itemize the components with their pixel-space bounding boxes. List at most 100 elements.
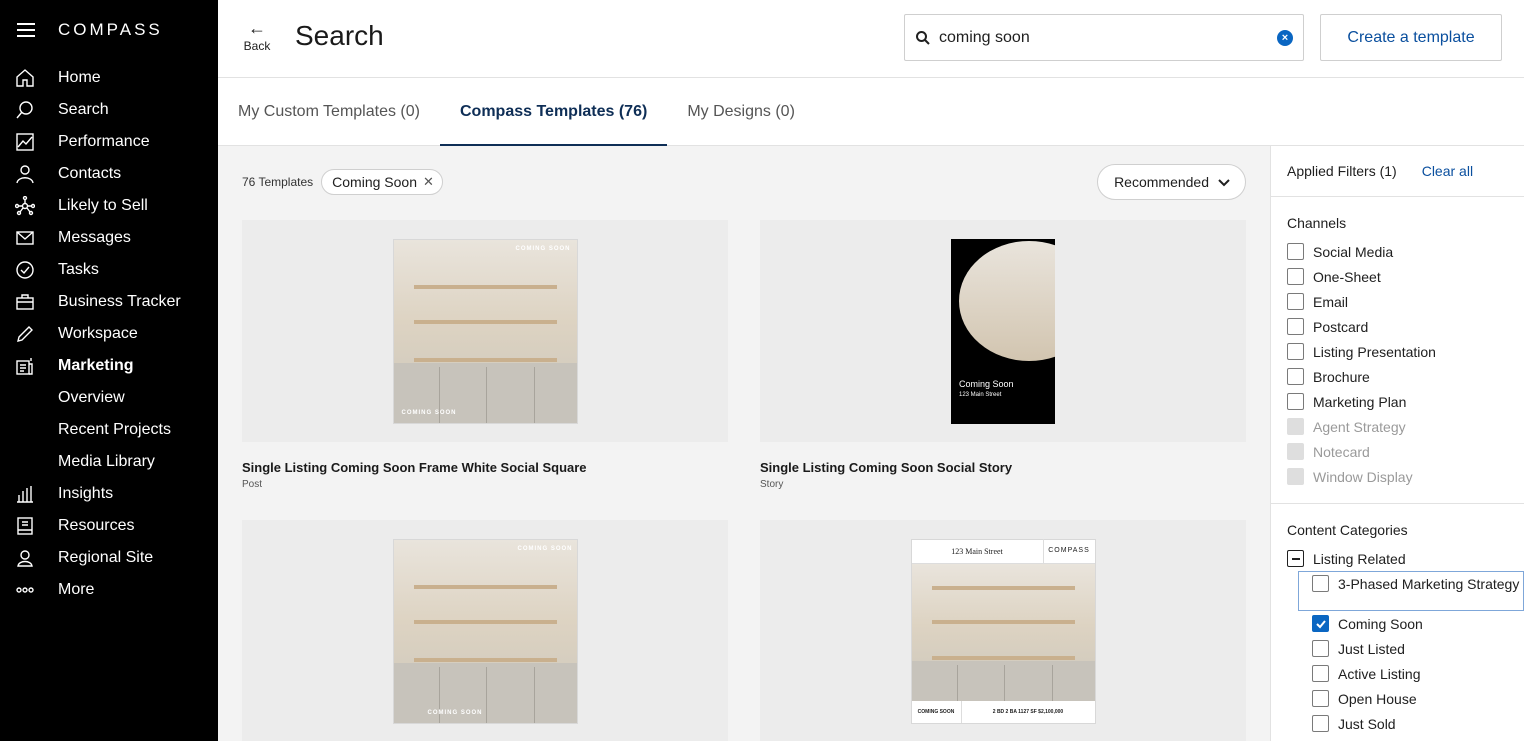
template-thumbnail: Coming Soon 123 Main Street <box>760 220 1246 442</box>
thumb-text: COMING SOON <box>515 245 571 252</box>
template-type: Story <box>760 479 784 490</box>
clear-all-link[interactable]: Clear all <box>1422 163 1473 179</box>
category-option[interactable]: 3-Phased Marketing Strategy <box>1298 571 1524 611</box>
channel-option[interactable]: Postcard <box>1287 314 1524 339</box>
sidebar-item-label: Home <box>58 69 101 86</box>
compass-logo[interactable]: COMPASS <box>58 20 163 40</box>
checkbox-disabled <box>1287 443 1304 460</box>
option-label: Listing Related <box>1313 550 1406 567</box>
template-grid: COMING SOON COMING SOON Single Listing C… <box>242 220 1246 741</box>
checkbox[interactable] <box>1287 243 1304 260</box>
sidebar-item-insights[interactable]: Insights <box>0 478 218 510</box>
hamburger-menu-icon[interactable] <box>17 23 35 37</box>
sidebar-item-label: Contacts <box>58 165 122 182</box>
thumb-logo-text: COMPASS <box>1042 539 1095 563</box>
sidebar-subitem-recent-projects[interactable]: Recent Projects <box>0 414 218 446</box>
sidebar-item-resources[interactable]: Resources <box>0 510 218 542</box>
sidebar-item-business-tracker[interactable]: Business Tracker <box>0 286 218 318</box>
category-option[interactable]: Coming Soon <box>1287 611 1524 636</box>
channel-option[interactable]: Listing Presentation <box>1287 339 1524 364</box>
channel-option[interactable]: Marketing Plan <box>1287 389 1524 414</box>
checkbox-disabled <box>1287 468 1304 485</box>
channel-option[interactable]: Brochure <box>1287 364 1524 389</box>
thumb-text: COMING SOON <box>427 709 483 716</box>
checkbox[interactable] <box>1287 393 1304 410</box>
collapse-minus-icon[interactable] <box>1287 550 1304 567</box>
page-title: Search <box>295 20 384 51</box>
user-pin-icon <box>0 548 58 568</box>
person-icon <box>0 164 58 184</box>
pencil-icon <box>0 324 58 344</box>
checkbox[interactable] <box>1287 343 1304 360</box>
category-option[interactable]: Active Listing <box>1287 661 1524 686</box>
channel-option[interactable]: Email <box>1287 289 1524 314</box>
category-option[interactable]: Just Sold <box>1287 711 1524 736</box>
checkbox[interactable] <box>1312 690 1329 707</box>
thumb-text: COMING SOON <box>401 409 457 416</box>
template-tabs: My Custom Templates (0) Compass Template… <box>218 78 1524 147</box>
option-label: Window Display <box>1313 468 1413 485</box>
template-card[interactable]: COMING SOON COMING SOON Single Listing C… <box>242 220 728 490</box>
checkbox[interactable] <box>1287 318 1304 335</box>
content-categories-filter-group: Content Categories Listing Related 3-Pha… <box>1271 504 1524 741</box>
sidebar-item-home[interactable]: Home <box>0 62 218 94</box>
category-parent-option[interactable]: Listing Related <box>1287 546 1524 571</box>
sidebar-item-marketing[interactable]: Marketing <box>0 350 218 382</box>
checkbox[interactable] <box>1312 665 1329 682</box>
marketing-icon <box>0 356 58 376</box>
checkbox[interactable] <box>1312 575 1329 592</box>
sidebar-item-regional-site[interactable]: Regional Site <box>0 542 218 574</box>
checkbox[interactable] <box>1287 293 1304 310</box>
checkbox-disabled <box>1287 418 1304 435</box>
checkbox-checked[interactable] <box>1312 615 1329 632</box>
search-icon <box>916 30 930 45</box>
sidebar-header: COMPASS <box>0 0 218 60</box>
template-preview-image: COMING SOON COMING SOON <box>392 238 578 424</box>
sidebar-subitem-overview[interactable]: Overview <box>0 382 218 414</box>
checkbox[interactable] <box>1312 715 1329 732</box>
tab-my-custom-templates[interactable]: My Custom Templates (0) <box>238 78 440 146</box>
tab-compass-templates[interactable]: Compass Templates (76) <box>439 78 668 147</box>
template-card[interactable]: 123 Main Street COMPASS COMING SOON 2 BD… <box>760 520 1246 741</box>
category-option[interactable]: Just Listed <box>1287 636 1524 661</box>
sidebar-item-contacts[interactable]: Contacts <box>0 158 218 190</box>
sidebar-item-likely-to-sell[interactable]: Likely to Sell <box>0 190 218 222</box>
chevron-down-icon <box>1218 179 1230 187</box>
channel-option-disabled: Window Display <box>1287 464 1524 489</box>
sidebar-item-tasks[interactable]: Tasks <box>0 254 218 286</box>
results-area: 76 Templates Coming Soon ✕ Recommended C… <box>218 146 1270 741</box>
tab-my-designs[interactable]: My Designs (0) <box>667 78 815 146</box>
checkbox[interactable] <box>1312 640 1329 657</box>
template-type: Post <box>242 479 263 490</box>
remove-chip-icon[interactable]: ✕ <box>423 174 434 190</box>
filter-chip-label: Coming Soon <box>332 174 417 190</box>
sort-dropdown[interactable]: Recommended <box>1097 164 1246 200</box>
checkbox[interactable] <box>1287 268 1304 285</box>
home-icon <box>0 68 58 88</box>
option-label: Just Sold <box>1338 715 1396 732</box>
envelope-icon <box>0 228 58 248</box>
sidebar-item-search[interactable]: Search <box>0 94 218 126</box>
bar-chart-icon <box>0 484 58 504</box>
clear-search-icon[interactable]: × <box>1277 29 1293 46</box>
checkbox[interactable] <box>1287 368 1304 385</box>
sidebar-subitem-media-library[interactable]: Media Library <box>0 446 218 478</box>
back-button[interactable]: ← Back <box>242 19 272 53</box>
thumb-text: Coming Soon <box>959 378 1014 389</box>
sidebar-item-performance[interactable]: Performance <box>0 126 218 158</box>
template-card[interactable]: Coming Soon 123 Main Street Single Listi… <box>760 220 1246 490</box>
option-label: Coming Soon <box>1338 615 1423 632</box>
option-label: Marketing Plan <box>1313 393 1407 410</box>
sidebar-item-more[interactable]: More <box>0 574 218 606</box>
create-template-button[interactable]: Create a template <box>1320 14 1502 61</box>
option-label: Postcard <box>1313 318 1369 335</box>
sidebar-item-messages[interactable]: Messages <box>0 222 218 254</box>
search-input[interactable] <box>939 28 1277 47</box>
category-option[interactable]: Open House <box>1287 686 1524 711</box>
sidebar-item-workspace[interactable]: Workspace <box>0 318 218 350</box>
template-card[interactable]: COMING SOON COMING SOON <box>242 520 728 741</box>
channel-option[interactable]: Social Media <box>1287 239 1524 264</box>
channel-option[interactable]: One-Sheet <box>1287 264 1524 289</box>
template-name: Single Listing Coming Soon Social Story <box>760 460 1013 475</box>
content-categories-title: Content Categories <box>1287 522 1408 538</box>
